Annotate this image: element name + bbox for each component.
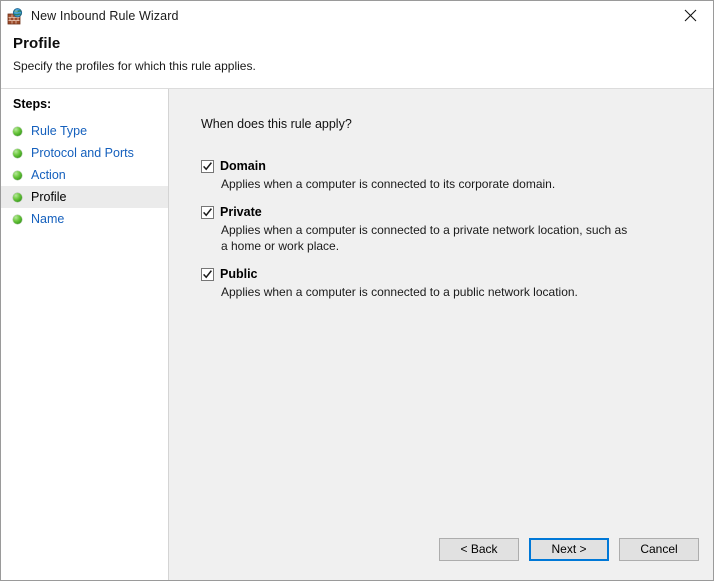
domain-description: Applies when a computer is connected to … — [221, 177, 556, 191]
sidebar-item-label: Protocol and Ports — [31, 146, 134, 160]
close-icon[interactable] — [668, 1, 713, 30]
steps-sidebar: Steps: Rule Type Protocol and Ports Acti… — [1, 89, 169, 580]
profile-item-private: Private Applies when a computer is conne… — [201, 205, 713, 254]
public-label: Public — [220, 267, 258, 281]
public-checkbox[interactable] — [201, 267, 214, 281]
domain-checkbox[interactable] — [201, 159, 214, 173]
window-title: New Inbound Rule Wizard — [31, 9, 179, 23]
firewall-globe-icon — [7, 7, 24, 25]
wizard-window: New Inbound Rule Wizard Profile Specify … — [0, 0, 714, 581]
next-button[interactable]: Next > — [529, 537, 609, 561]
private-description: Applies when a computer is connected to … — [221, 223, 628, 253]
public-checkbox-row[interactable]: Public — [201, 267, 713, 281]
cancel-button[interactable]: Cancel — [619, 537, 699, 561]
page-subtitle: Specify the profiles for which this rule… — [13, 59, 256, 73]
question-label: When does this rule apply? — [201, 117, 352, 131]
domain-label: Domain — [220, 159, 266, 173]
sidebar-item-protocol-and-ports[interactable]: Protocol and Ports — [1, 142, 168, 164]
step-bullet-icon — [13, 192, 22, 202]
step-bullet-icon — [13, 126, 22, 136]
private-label: Private — [220, 205, 262, 219]
step-bullet-icon — [13, 214, 22, 224]
public-description: Applies when a computer is connected to … — [221, 285, 578, 299]
profile-checkbox-group: Domain Applies when a computer is connec… — [201, 159, 713, 300]
profile-item-public: Public Applies when a computer is connec… — [201, 267, 713, 300]
body-area: Steps: Rule Type Protocol and Ports Acti… — [1, 89, 713, 580]
content-pane: When does this rule apply? Domain Applie… — [169, 89, 713, 580]
wizard-footer: < Back Next > Cancel — [169, 518, 713, 580]
step-bullet-icon — [13, 148, 22, 158]
private-checkbox-row[interactable]: Private — [201, 205, 713, 219]
sidebar-item-name[interactable]: Name — [1, 208, 168, 230]
sidebar-item-label: Rule Type — [31, 124, 88, 138]
sidebar-item-label: Action — [31, 168, 66, 182]
content-inner: When does this rule apply? Domain Applie… — [169, 89, 713, 518]
step-bullet-icon — [13, 170, 22, 180]
sidebar-item-label: Profile — [31, 190, 67, 204]
private-checkbox[interactable] — [201, 205, 214, 219]
steps-title: Steps: — [13, 97, 52, 111]
profile-item-domain: Domain Applies when a computer is connec… — [201, 159, 713, 192]
sidebar-item-rule-type[interactable]: Rule Type — [1, 120, 168, 142]
sidebar-item-label: Name — [31, 212, 65, 226]
title-bar: New Inbound Rule Wizard — [1, 1, 713, 31]
domain-checkbox-row[interactable]: Domain — [201, 159, 713, 173]
page-title: Profile — [13, 35, 61, 52]
page-header: Profile Specify the profiles for which t… — [1, 31, 713, 89]
back-button[interactable]: < Back — [439, 537, 519, 561]
sidebar-item-profile[interactable]: Profile — [1, 186, 168, 208]
sidebar-item-action[interactable]: Action — [1, 164, 168, 186]
